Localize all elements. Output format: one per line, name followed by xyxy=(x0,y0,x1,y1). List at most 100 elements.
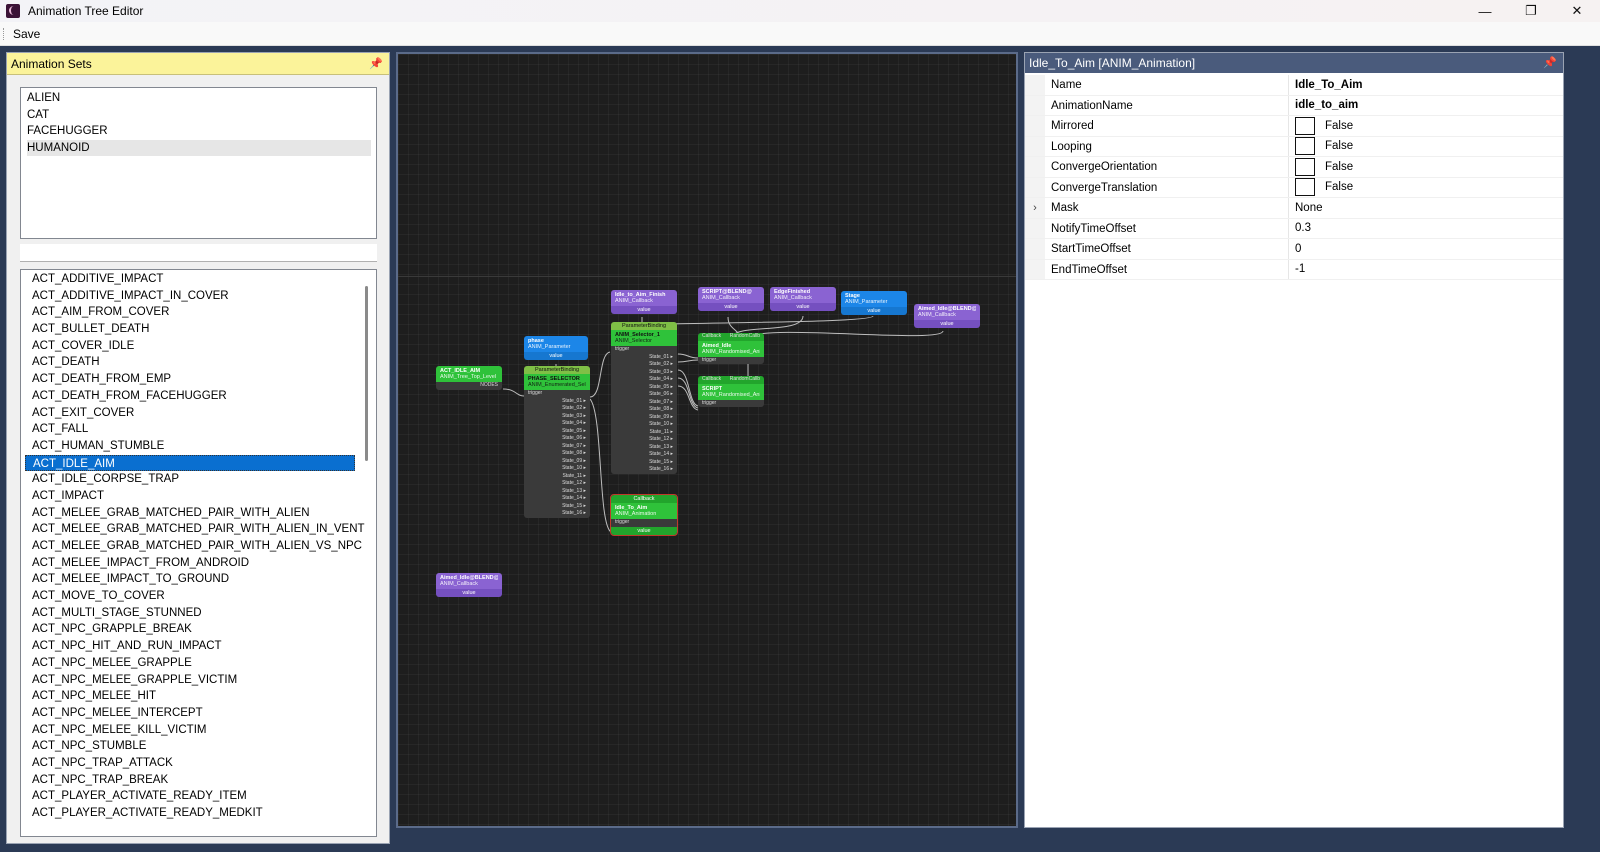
input-pin[interactable]: trigger xyxy=(611,346,677,354)
node-value-pin[interactable]: value xyxy=(436,589,502,597)
animation-list-item[interactable]: ACT_FALL xyxy=(25,421,355,438)
property-value[interactable]: None xyxy=(1289,198,1563,218)
state-pin[interactable]: State_07 ▸ xyxy=(524,443,590,451)
animation-list-item[interactable]: ACT_DEATH_FROM_EMP xyxy=(25,371,355,388)
property-row[interactable]: Name Idle_To_Aim xyxy=(1025,75,1563,96)
animation-list-item[interactable]: ACT_IDLE_AIM xyxy=(25,454,355,472)
animation-list-item[interactable]: ACT_NPC_HIT_AND_RUN_IMPACT xyxy=(25,638,355,655)
state-pin[interactable]: State_02 ▸ xyxy=(524,405,590,413)
state-pin[interactable]: State_12 ▸ xyxy=(611,436,677,444)
state-pin[interactable]: State_16 ▸ xyxy=(524,510,590,518)
graph-node-cb2[interactable]: Aimed_Idle@BLEND@ ANIM_Callback value xyxy=(914,304,980,328)
animation-list-item[interactable]: ACT_NPC_MELEE_HIT xyxy=(25,688,355,705)
state-pin[interactable]: State_11 ▸ xyxy=(611,429,677,437)
checkbox[interactable] xyxy=(1295,137,1315,156)
animation-list-item[interactable]: ACT_IDLE_CORPSE_TRAP xyxy=(25,471,355,488)
animation-list-item[interactable]: ACT_AIM_FROM_COVER xyxy=(25,304,355,321)
animation-list-item[interactable]: ACT_NPC_TRAP_ATTACK xyxy=(25,755,355,772)
input-pin[interactable]: trigger xyxy=(524,390,590,398)
graph-node-idle-to-aim[interactable]: Callback Idle_To_Aim ANIM_Animation trigger… xyxy=(610,494,678,536)
animation-list-item[interactable]: ACT_MELEE_GRAB_MATCHED_PAIR_WITH_ALIEN_I… xyxy=(25,521,365,538)
state-pin[interactable]: State_09 ▸ xyxy=(524,458,590,466)
node-value-pin[interactable]: value xyxy=(698,303,764,311)
state-pin[interactable]: State_14 ▸ xyxy=(611,451,677,459)
checkbox[interactable] xyxy=(1295,116,1315,135)
input-pin[interactable]: trigger xyxy=(698,400,764,408)
animation-list-item[interactable]: ACT_NPC_MELEE_INTERCEPT xyxy=(25,705,355,722)
graph-node-root[interactable]: ACT_IDLE_AIM ANIM_Tree_Top_Level NODES xyxy=(436,366,502,390)
property-value[interactable]: False xyxy=(1289,137,1563,157)
graph-node-phase-selector[interactable]: ParameterBinding PHASE_SELECTOR ANIM_Enume… xyxy=(524,366,590,518)
state-pin[interactable]: State_13 ▸ xyxy=(611,444,677,452)
graph-node-rand2[interactable]: Callback RandomCallb SCRIPT ANIM_Randomised… xyxy=(698,376,764,407)
graph-node-idle-finish[interactable]: Idle_to_Aim_Finish ANIM_Callback value xyxy=(611,290,677,314)
node-value-pin[interactable]: value xyxy=(524,352,588,360)
toolbar-grip-icon[interactable] xyxy=(3,27,5,40)
node-value-pin[interactable]: value xyxy=(611,306,677,314)
graph-node-cb1[interactable]: SCRIPT@BLEND@ ANIM_Callback value xyxy=(698,287,764,311)
animation-list-item[interactable]: ACT_PLAYER_ACTIVATE_READY_ITEM xyxy=(25,788,355,805)
set-item[interactable]: CAT xyxy=(27,107,376,124)
state-pin[interactable]: State_16 ▸ xyxy=(611,466,677,474)
animation-list-item[interactable]: ACT_DEATH_FROM_FACEHUGGER xyxy=(25,388,355,405)
property-row[interactable]: EndTimeOffset -1 xyxy=(1025,259,1563,280)
animation-list-item[interactable]: ACT_NPC_MELEE_GRAPPLE xyxy=(25,655,355,672)
animation-list-item[interactable]: ACT_EXIT_COVER xyxy=(25,405,355,422)
maximize-button[interactable]: ❐ xyxy=(1508,0,1554,22)
node-graph-canvas[interactable]: ACT_IDLE_AIM ANIM_Tree_Top_Level NODES phas… xyxy=(396,52,1018,828)
state-pin[interactable]: State_01 ▸ xyxy=(611,354,677,362)
state-pin[interactable]: State_13 ▸ xyxy=(524,488,590,496)
animation-list-item[interactable]: ACT_ADDITIVE_IMPACT xyxy=(25,271,355,288)
property-row[interactable]: › Mask None xyxy=(1025,198,1563,219)
node-value-pin[interactable]: value xyxy=(914,320,980,328)
state-pin[interactable]: State_03 ▸ xyxy=(611,369,677,377)
property-value[interactable]: idle_to_aim xyxy=(1289,96,1563,116)
animation-list-item[interactable]: ACT_MELEE_IMPACT_TO_GROUND xyxy=(25,571,355,588)
animation-list-item[interactable]: ACT_MELEE_IMPACT_FROM_ANDROID xyxy=(25,555,355,572)
state-pin[interactable]: State_11 ▸ xyxy=(524,473,590,481)
animation-list-item[interactable]: ACT_NPC_STUMBLE xyxy=(25,738,355,755)
expand-chevron-icon[interactable]: › xyxy=(1025,198,1045,218)
animation-search-input[interactable] xyxy=(20,244,377,262)
state-pin[interactable]: State_10 ▸ xyxy=(524,465,590,473)
node-value-pin[interactable]: value xyxy=(611,526,677,535)
state-pin[interactable]: State_05 ▸ xyxy=(611,384,677,392)
property-row[interactable]: ConvergeTranslation False xyxy=(1025,177,1563,198)
input-pin[interactable]: trigger xyxy=(698,357,764,365)
animation-list-item[interactable]: ACT_NPC_MELEE_KILL_VICTIM xyxy=(25,722,355,739)
animation-list-item[interactable]: ACT_NPC_TRAP_BREAK xyxy=(25,772,355,789)
input-pin[interactable]: trigger xyxy=(611,519,677,527)
state-pin[interactable]: State_14 ▸ xyxy=(524,495,590,503)
animation-list-item[interactable]: ACT_MELEE_GRAB_MATCHED_PAIR_WITH_ALIEN xyxy=(25,505,355,522)
animation-list-item[interactable]: ACT_COVER_IDLE xyxy=(25,338,355,355)
animation-list-item[interactable]: ACT_MOVE_TO_COVER xyxy=(25,588,355,605)
state-pin[interactable]: State_03 ▸ xyxy=(524,413,590,421)
list-scrollbar[interactable] xyxy=(365,286,368,461)
output-pin[interactable]: NODES xyxy=(436,382,502,390)
property-row[interactable]: AnimationName idle_to_aim xyxy=(1025,95,1563,116)
property-row[interactable]: Mirrored False xyxy=(1025,116,1563,137)
state-pin[interactable]: State_15 ▸ xyxy=(611,459,677,467)
animation-list-item[interactable]: ACT_BULLET_DEATH xyxy=(25,321,355,338)
animations-list[interactable]: ACT_ADDITIVE_IMPACT ACT_ADDITIVE_IMPACT_I… xyxy=(20,269,377,837)
property-value[interactable]: 0.3 xyxy=(1289,219,1563,239)
animation-list-item[interactable]: ACT_NPC_MELEE_GRAPPLE_VICTIM xyxy=(25,672,355,689)
checkbox[interactable] xyxy=(1295,178,1315,197)
state-pin[interactable]: State_08 ▸ xyxy=(524,450,590,458)
property-value[interactable]: Idle_To_Aim xyxy=(1289,75,1563,95)
property-row[interactable]: ConvergeOrientation False xyxy=(1025,157,1563,178)
graph-node-stage[interactable]: Stage ANIM_Parameter value xyxy=(841,291,907,315)
pin-icon[interactable]: 📌 xyxy=(1543,56,1557,69)
set-item[interactable]: ALIEN xyxy=(27,90,376,107)
graph-node-cb3[interactable]: Aimed_Idle@BLEND@ ANIM_Callback value xyxy=(436,573,502,597)
state-pin[interactable]: State_12 ▸ xyxy=(524,480,590,488)
set-item[interactable]: HUMANOID xyxy=(27,139,371,156)
state-pin[interactable]: State_08 ▸ xyxy=(611,406,677,414)
state-pin[interactable]: State_04 ▸ xyxy=(524,420,590,428)
minimize-button[interactable]: — xyxy=(1462,0,1508,22)
pin-icon[interactable]: 📌 xyxy=(369,57,383,70)
animation-list-item[interactable]: ACT_MELEE_GRAB_MATCHED_PAIR_WITH_ALIEN_V… xyxy=(25,538,362,555)
animation-list-item[interactable]: ACT_DEATH xyxy=(25,354,355,371)
animation-list-item[interactable]: ACT_NPC_GRAPPLE_BREAK xyxy=(25,621,355,638)
animation-list-item[interactable]: ACT_IMPACT xyxy=(25,488,355,505)
